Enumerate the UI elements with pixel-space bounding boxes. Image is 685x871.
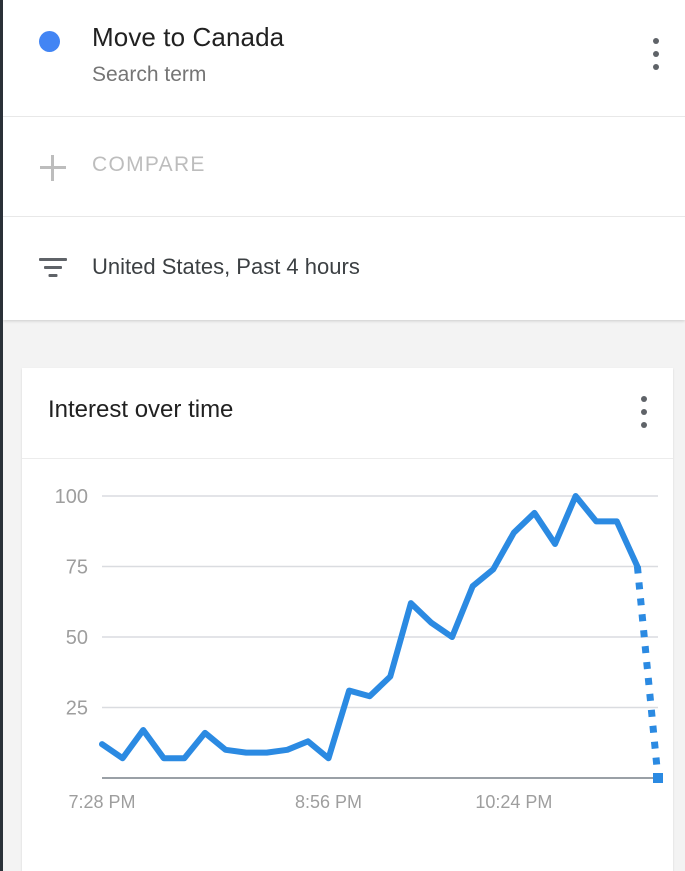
x-axis-tick-label: 7:28 PM — [68, 792, 135, 812]
data-line-partial — [633, 566, 662, 779]
dot — [653, 64, 659, 70]
top-panel: Move to Canada Search term COMPARE Unite… — [3, 0, 685, 320]
x-axis-tick-label: 10:24 PM — [475, 792, 552, 812]
page-title: Interest over time — [48, 396, 234, 423]
line-chart-svg: 25 50 75 100 7:28 PM 8:56 PM 10:24 PM — [55, 486, 663, 812]
filter-button[interactable]: United States, Past 4 hours — [3, 217, 685, 320]
dot — [653, 51, 659, 57]
search-term-title: Move to Canada — [92, 22, 285, 52]
compare-button[interactable]: COMPARE — [3, 117, 685, 217]
search-term-row[interactable]: Move to Canada Search term — [3, 0, 685, 117]
dot — [641, 409, 647, 415]
plus-icon — [40, 155, 66, 181]
dot — [653, 38, 659, 44]
compare-label: COMPARE — [92, 153, 206, 176]
trends-screen: Move to Canada Search term COMPARE Unite… — [0, 0, 685, 871]
more-vert-icon[interactable] — [629, 392, 659, 432]
interest-over-time-card: Interest over time 25 50 75 100 7:28 PM 8:56 … — [22, 368, 673, 871]
more-vert-icon[interactable] — [641, 34, 671, 74]
dot — [641, 396, 647, 402]
filter-list-icon — [37, 257, 69, 281]
search-term-subtitle: Search term — [92, 63, 207, 86]
y-axis-tick-label: 100 — [55, 486, 88, 508]
interest-over-time-chart[interactable]: 25 50 75 100 7:28 PM 8:56 PM 10:24 PM — [22, 458, 673, 858]
dot — [641, 422, 647, 428]
y-axis-tick-label: 50 — [66, 627, 88, 649]
y-axis-tick-label: 75 — [66, 557, 88, 579]
series-color-dot — [39, 31, 60, 52]
y-axis-tick-label: 25 — [66, 698, 88, 720]
filter-bar — [48, 274, 58, 277]
series-end-marker — [653, 773, 663, 783]
filter-bar — [44, 266, 62, 269]
filter-bar — [39, 258, 67, 261]
filter-label: United States, Past 4 hours — [92, 254, 360, 279]
x-axis-tick-label: 8:56 PM — [295, 792, 362, 812]
card-header: Interest over time — [22, 368, 673, 459]
data-line — [99, 493, 641, 762]
